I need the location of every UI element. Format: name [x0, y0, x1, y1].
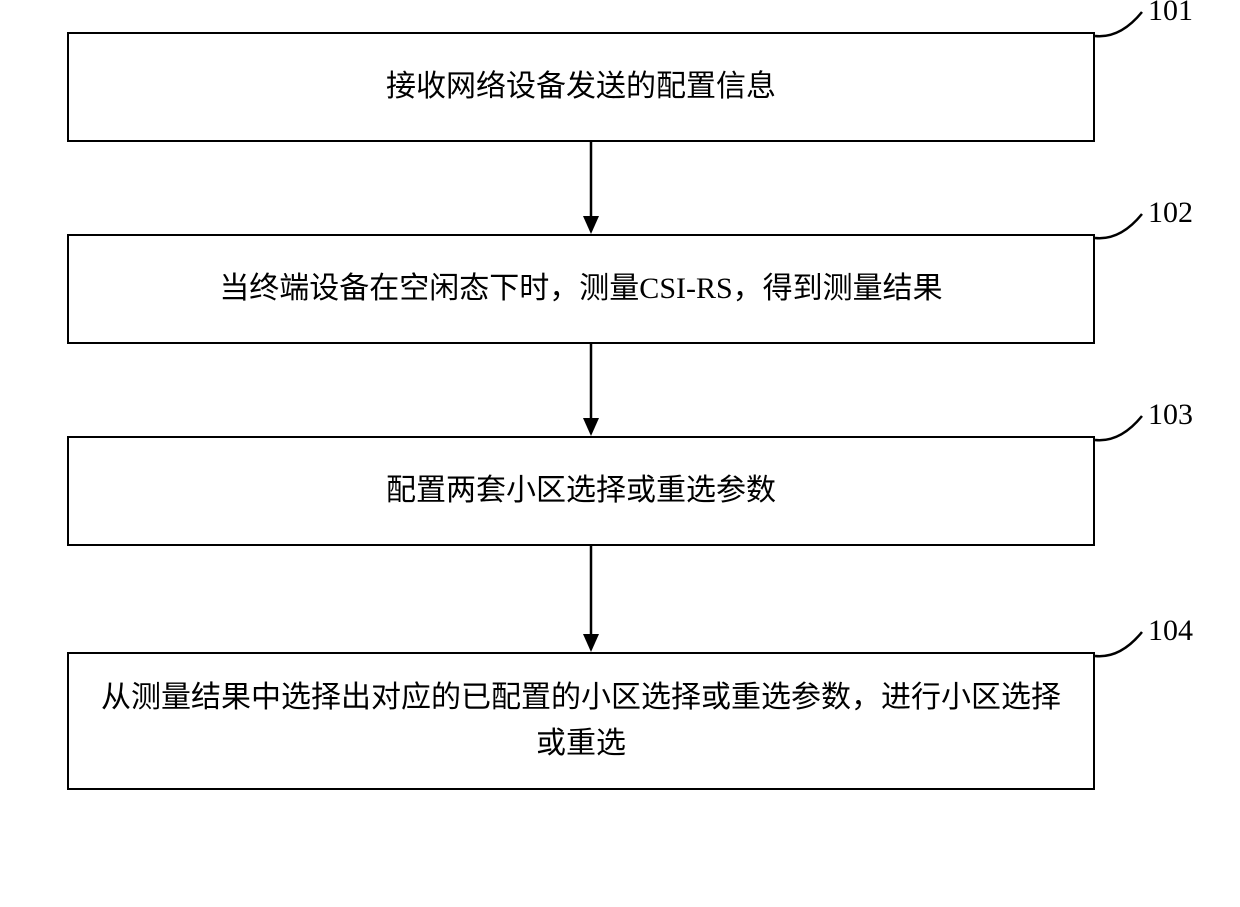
step-connector-3 — [1094, 412, 1154, 462]
step-label-2: 102 — [1148, 196, 1193, 230]
arrow-1-2 — [581, 142, 601, 234]
step-box-1: 接收网络设备发送的配置信息 — [67, 32, 1095, 142]
step-label-3: 103 — [1148, 398, 1193, 432]
arrow-3-4 — [581, 546, 601, 652]
step-text-4: 从测量结果中选择出对应的已配置的小区选择或重选参数，进行小区选择或重选 — [97, 675, 1065, 768]
step-label-4: 104 — [1148, 614, 1193, 648]
step-connector-1 — [1094, 8, 1154, 58]
step-connector-4 — [1094, 628, 1154, 678]
step-box-3: 配置两套小区选择或重选参数 — [67, 436, 1095, 546]
step-text-3: 配置两套小区选择或重选参数 — [386, 468, 776, 515]
arrow-2-3 — [581, 344, 601, 436]
step-label-1: 101 — [1148, 0, 1193, 28]
step-connector-2 — [1094, 210, 1154, 260]
step-box-4: 从测量结果中选择出对应的已配置的小区选择或重选参数，进行小区选择或重选 — [67, 652, 1095, 790]
step-box-2: 当终端设备在空闲态下时，测量CSI-RS，得到测量结果 — [67, 234, 1095, 344]
flowchart-canvas: 接收网络设备发送的配置信息 101 当终端设备在空闲态下时，测量CSI-RS，得… — [0, 0, 1240, 907]
step-text-2: 当终端设备在空闲态下时，测量CSI-RS，得到测量结果 — [219, 266, 942, 313]
step-text-1: 接收网络设备发送的配置信息 — [386, 64, 776, 111]
